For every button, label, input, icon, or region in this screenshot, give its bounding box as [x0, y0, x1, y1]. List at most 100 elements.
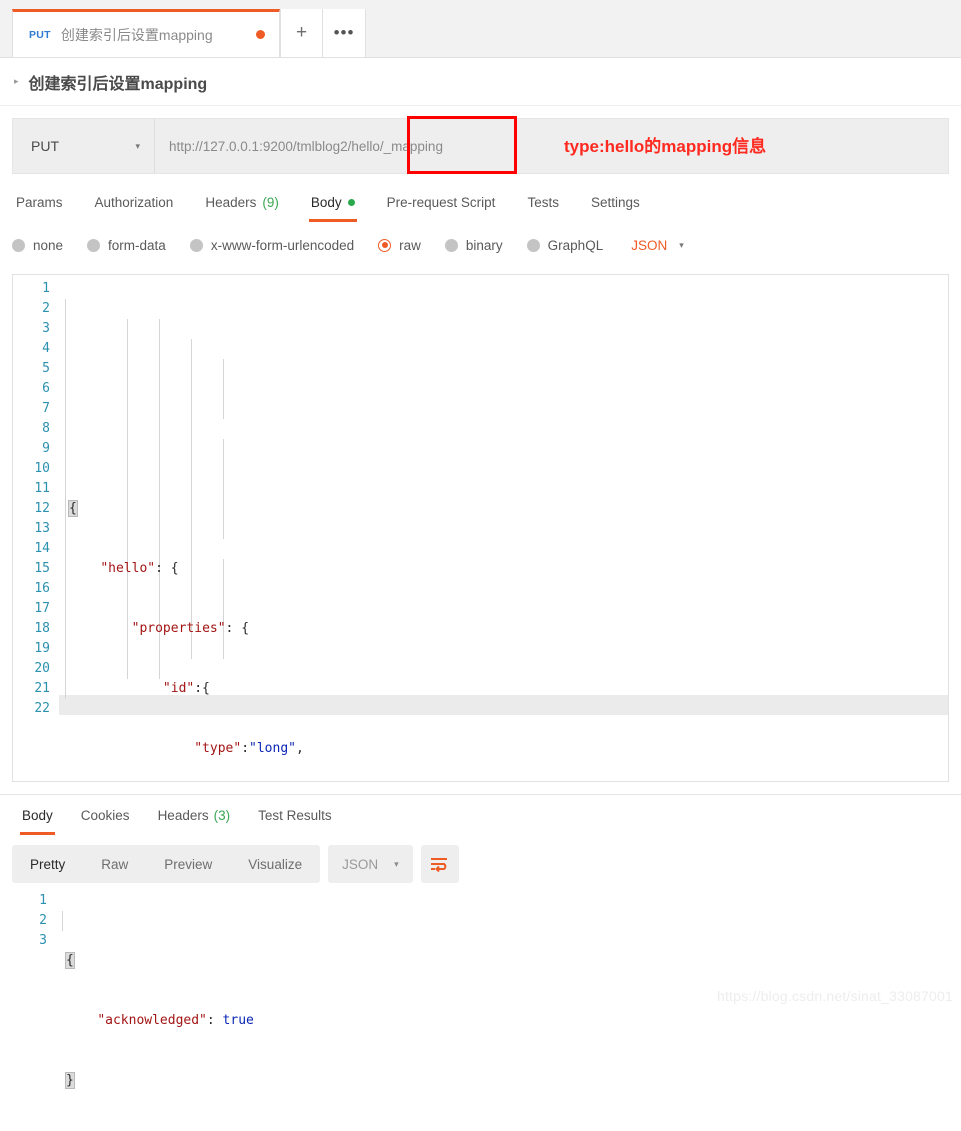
- tab-more-button[interactable]: •••: [323, 9, 366, 57]
- line-number: 11: [34, 481, 50, 496]
- body-type-binary-label: binary: [465, 237, 503, 253]
- code-line: "hello": {: [100, 561, 179, 576]
- response-toolbar: Pretty Raw Preview Visualize JSON ▾: [0, 845, 961, 883]
- body-type-graphql[interactable]: GraphQL: [526, 237, 628, 253]
- tab-authorization-label: Authorization: [94, 194, 174, 210]
- line-number: 16: [34, 581, 50, 596]
- request-body-code[interactable]: { "hello": { "properties": { "id":{ "typ…: [59, 279, 948, 781]
- tab-params-label: Params: [16, 194, 63, 210]
- chevron-down-icon[interactable]: ▾: [667, 240, 684, 251]
- body-type-raw[interactable]: raw: [378, 238, 445, 253]
- line-number: 12: [34, 501, 50, 516]
- new-tab-button[interactable]: +: [280, 9, 323, 57]
- line-number: 2: [42, 301, 50, 316]
- indent-guide: [65, 299, 66, 699]
- url-bar: PUT ▾ http://127.0.0.1:9200/tmlblog2/hel…: [12, 118, 949, 174]
- tab-settings-label: Settings: [590, 194, 640, 210]
- line-number: 21: [34, 681, 50, 696]
- tab-title-label: 创建索引后设置mapping: [60, 26, 213, 43]
- response-tab-headers-label: Headers: [157, 807, 209, 823]
- body-type-graphql-label: GraphQL: [547, 237, 604, 253]
- line-number: 20: [34, 661, 50, 676]
- response-tab-test-results[interactable]: Test Results: [244, 795, 346, 835]
- chevron-down-icon: ▾: [394, 858, 399, 869]
- radio-selected-icon: [378, 238, 392, 252]
- line-number: 13: [34, 521, 50, 536]
- code-line: {: [68, 500, 78, 517]
- response-tab-test-results-label: Test Results: [258, 807, 332, 823]
- code-line: "properties": {: [131, 621, 250, 636]
- line-number: 14: [34, 541, 50, 556]
- radio-icon: [444, 238, 458, 252]
- line-number: 8: [42, 421, 50, 436]
- radio-icon: [526, 238, 540, 252]
- radio-icon: [12, 238, 25, 252]
- response-view-pretty[interactable]: Pretty: [12, 845, 83, 883]
- line-number: 18: [34, 621, 50, 636]
- tab-tests[interactable]: Tests: [511, 184, 575, 220]
- body-format-select[interactable]: JSON: [627, 238, 667, 253]
- response-tab-headers-count: (3): [213, 807, 231, 823]
- line-number: 9: [42, 441, 50, 456]
- code-line: {: [65, 952, 75, 969]
- response-tab-body-label: Body: [22, 807, 53, 823]
- line-number: 17: [34, 601, 50, 616]
- tab-body-label: Body: [310, 194, 342, 210]
- response-view-preview[interactable]: Preview: [146, 845, 230, 883]
- annotation-text: type:hello的mapping信息: [564, 137, 767, 156]
- response-tab-body[interactable]: Body: [8, 795, 67, 835]
- code-line: "type":"long",: [194, 741, 304, 756]
- line-number: 22: [34, 701, 50, 716]
- body-type-form-data[interactable]: form-data: [87, 238, 190, 253]
- tab-headers-count: (9): [262, 194, 279, 210]
- response-format-value: JSON: [342, 856, 379, 872]
- response-tab-headers[interactable]: Headers (3): [144, 795, 245, 835]
- line-number: 3: [39, 933, 47, 948]
- response-tab-cookies[interactable]: Cookies: [67, 795, 144, 835]
- body-type-binary[interactable]: binary: [444, 237, 527, 253]
- watermark: https://blog.csdn.net/sinat_33087001: [716, 988, 953, 1004]
- chevron-down-icon: ▾: [135, 140, 140, 151]
- line-number: 3: [42, 321, 50, 336]
- request-body-editor[interactable]: 1 2 3 4 5 6 7 8 9 10 11 12 13 14 15 16 1…: [12, 274, 949, 782]
- response-view-visualize[interactable]: Visualize: [230, 845, 320, 883]
- tab-pre-request-script-label: Pre-request Script: [386, 194, 496, 210]
- response-line-numbers: 1 2 3: [0, 891, 56, 1131]
- chevron-right-icon[interactable]: ▸: [14, 77, 19, 86]
- body-type-urlencoded-label: x-www-form-urlencoded: [210, 237, 355, 253]
- indent-guide: [223, 439, 224, 539]
- tab-bar: PUT 创建索引后设置mapping + •••: [0, 0, 961, 58]
- word-wrap-toggle[interactable]: [420, 845, 459, 883]
- url-text: http://127.0.0.1:9200/tmlblog2/hello/_ma…: [169, 138, 443, 154]
- response-view-raw[interactable]: Raw: [83, 845, 146, 883]
- response-view-preview-label: Preview: [164, 856, 213, 872]
- radio-icon: [189, 238, 203, 252]
- tab-authorization[interactable]: Authorization: [79, 184, 190, 220]
- response-view-visualize-label: Visualize: [248, 856, 303, 872]
- response-body-code: { "acknowledged": true }: [56, 891, 961, 1131]
- line-number: 5: [42, 361, 50, 376]
- response-body-viewer[interactable]: 1 2 3 { "acknowledged": true }: [0, 891, 961, 1131]
- tab-params[interactable]: Params: [12, 184, 79, 220]
- tab-pre-request-script[interactable]: Pre-request Script: [371, 184, 512, 220]
- tab-body[interactable]: Body: [295, 184, 371, 222]
- line-number: 4: [42, 341, 50, 356]
- tab-headers-label: Headers: [205, 194, 257, 210]
- response-tab-cookies-label: Cookies: [80, 807, 130, 823]
- response-format-select[interactable]: JSON ▾: [328, 845, 413, 883]
- line-number: 1: [42, 281, 50, 296]
- word-wrap-icon: [431, 858, 448, 872]
- line-number: 15: [34, 561, 50, 576]
- tab-method-label: PUT: [29, 28, 51, 41]
- body-type-form-data-label: form-data: [108, 237, 166, 253]
- body-type-urlencoded[interactable]: x-www-form-urlencoded: [189, 237, 378, 253]
- http-method-select[interactable]: PUT ▾: [13, 119, 155, 173]
- tab-settings[interactable]: Settings: [575, 184, 656, 220]
- code-line: }: [65, 1072, 75, 1089]
- tab-headers[interactable]: Headers (9): [189, 184, 295, 220]
- line-number: 1: [39, 893, 47, 908]
- indent-guide: [223, 359, 224, 419]
- body-type-none[interactable]: none: [12, 238, 87, 253]
- request-tab[interactable]: PUT 创建索引后设置mapping: [12, 9, 280, 57]
- url-input[interactable]: http://127.0.0.1:9200/tmlblog2/hello/_ma…: [155, 119, 948, 173]
